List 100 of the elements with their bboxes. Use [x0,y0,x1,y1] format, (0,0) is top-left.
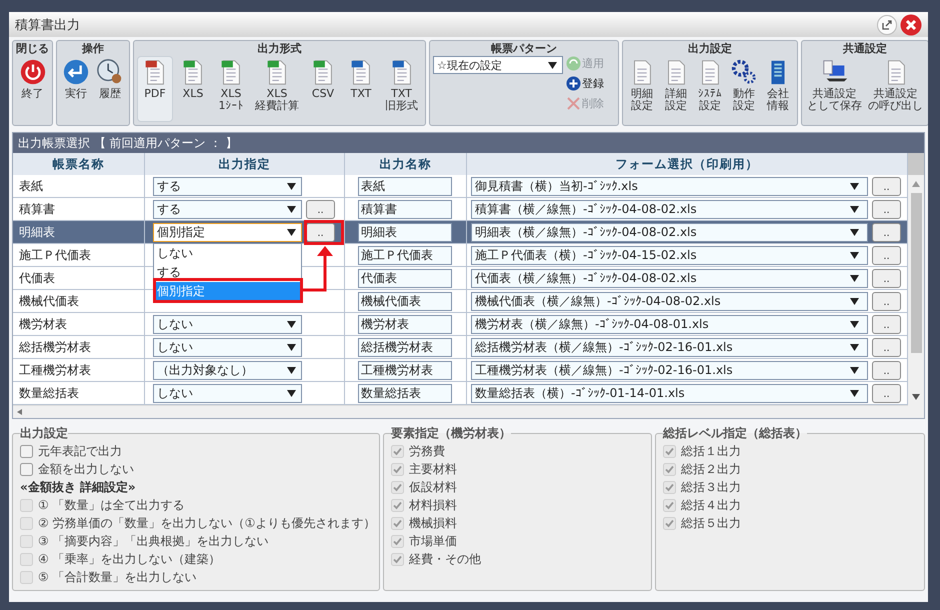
pattern-button[interactable]: 登録 [566,76,604,91]
checkbox-label: 仮設材料 [409,478,457,496]
caret-icon [850,320,859,328]
popout-icon[interactable] [877,14,897,34]
table-row[interactable]: 積算書 する .. 積算書 積算書（横／線無）-ｺﾞｼｯｸ-04-08-02.xls .. [13,198,908,221]
form-select[interactable]: 積算書（横／線無）-ｺﾞｼｯｸ-04-08-02.xls [471,200,868,218]
caret-icon [850,390,859,396]
output-select[interactable]: （出力対象なし） [153,360,302,380]
toolbar-button[interactable]: 詳細設定 [660,56,692,122]
output-select[interactable]: 個別指定 [153,222,302,242]
checkbox-label: 市場単価 [409,532,457,550]
table-row[interactable]: 総括機労材表 しない 総括機労材表 総括機労材表（横／線無）-ｺﾞｼｯｸ-02-16-01.xls .. [13,336,908,359]
checkbox-label: 主要材料 [409,460,457,478]
toolbar-button[interactable]: 動作設定 [728,56,760,122]
caret-icon [287,344,296,350]
form-select[interactable]: 総括機労材表（横／線無）-ｺﾞｼｯｸ-02-16-01.xls [471,338,868,356]
output-name-field[interactable]: 代価表 [358,268,452,288]
output-name-field[interactable]: 機械代価表 [358,292,452,310]
form-select[interactable]: 機械代価表（横／線無）-ｺﾞｼｯｸ-04-08-02.xls [471,292,868,310]
form-button[interactable]: .. [872,292,901,310]
caret-icon [850,228,859,236]
form-button[interactable]: .. [872,200,901,218]
form-button[interactable]: .. [872,268,901,288]
output-name-field[interactable]: 積算書 [358,200,452,218]
clock-icon [96,58,124,86]
form-button[interactable]: .. [872,360,901,380]
form-select[interactable]: 代価表（横／線無）-ｺﾞｼｯｸ-04-08-02.xls [471,268,868,288]
toolbar-button[interactable]: 明細設定 [626,56,658,122]
toolbar-button[interactable]: TXT [343,56,379,122]
output-name-field[interactable]: 総括機労材表 [358,338,452,356]
group-label: 出力設定 [688,41,732,56]
pattern-select[interactable]: ☆現在の設定 [433,56,563,74]
output-name-field[interactable]: 表紙 [358,176,452,196]
scroll-left-icon[interactable] [16,408,24,416]
form-button[interactable]: .. [872,246,901,264]
table-row[interactable]: 数量総括表 しない 数量総括表 数量総括表（横）-ｺﾞｼｯｸ-01-14-01.xls .. [13,382,908,405]
toolbar-button[interactable]: CSV [305,56,341,122]
toolbar-button[interactable]: 共通設定として保存 [805,56,864,122]
caret-icon [850,182,859,190]
output-name-field[interactable]: 機労材表 [358,314,452,334]
form-button[interactable]: .. [872,384,901,402]
vertical-scrollbar[interactable] [908,153,924,418]
horizontal-scrollbar[interactable] [13,405,908,418]
caret-icon [850,252,859,258]
table-row[interactable]: 工種機労材表 （出力対象なし） 工種機労材表 工種機労材表（横／線無）-ｺﾞｼｯｸ-02-16-01.xls .. [13,359,908,382]
form-select[interactable]: 明細表（横／線無）-ｺﾞｼｯｸ-04-08-02.xls [471,222,868,242]
checkbox[interactable] [20,462,33,476]
toolbar-button[interactable]: XLS [175,56,211,122]
checkbox-label: 総括２出力 [681,460,741,478]
scroll-down-icon[interactable] [912,394,920,400]
output-name-field[interactable]: 数量総括表 [358,384,452,402]
form-select[interactable]: 施工Ｐ代価表（横）-ｺﾞｼｯｸ-04-15-02.xls [471,246,868,264]
column-header: フォーム選択（印刷用） [467,153,908,176]
form-button[interactable]: .. [872,314,901,334]
output-name-field[interactable]: 施工Ｐ代価表 [358,246,452,264]
table-cell: 明細表 [19,224,55,240]
output-select[interactable]: しない [153,314,302,334]
form-select[interactable]: 御見積書（横）当初-ｺﾞｼｯｸ.xls [471,176,868,196]
toolbar-button[interactable]: PDF [137,56,173,122]
checkbox-label: 総括４出力 [681,496,741,514]
scroll-thumb[interactable] [910,193,922,353]
checkbox[interactable] [20,444,33,458]
toolbar-button[interactable]: 履歴 [94,56,126,122]
dropdown-option[interactable]: しない [154,244,301,263]
toolbar-button[interactable]: XLS 経費計算 [251,56,303,122]
toolbar-button[interactable]: TXT 旧形式 [381,56,422,122]
caret-icon [850,366,859,374]
checkbox-label: 総括１出力 [681,442,741,460]
caret-icon [548,62,557,68]
toolbar-button[interactable]: 会社情報 [762,56,794,122]
output-select[interactable]: する [153,176,302,196]
caret-icon [287,366,296,374]
toolbar-button[interactable]: ｼｽﾃﾑ設定 [694,56,726,122]
table-row[interactable]: 明細表 個別指定 .. 明細表 明細表（横／線無）-ｺﾞｼｯｸ-04-08-02.xls .. [13,221,908,244]
form-select[interactable]: 数量総括表（横）-ｺﾞｼｯｸ-01-14-01.xls [471,384,868,402]
output-select[interactable]: しない [153,338,302,356]
output-select[interactable]: する [153,200,302,218]
detail-button[interactable]: .. [306,200,335,218]
output-name-field[interactable]: 明細表 [358,222,452,242]
form-button[interactable]: .. [872,176,901,196]
toolbar-button[interactable]: 共通設定の呼び出し [866,56,925,122]
toolbar-button[interactable]: XLS 1ｼｰﾄ [213,56,249,122]
form-button[interactable]: .. [872,222,901,242]
table-cell: 施工Ｐ代価表 [19,246,91,264]
table-row[interactable]: 機労材表 しない 機労材表 機労材表（横／線無）-ｺﾞｼｯｸ-04-08-01.xls .. [13,313,908,336]
checkbox-label: 機械損料 [409,514,457,532]
output-name-field[interactable]: 工種機労材表 [358,360,452,380]
close-icon[interactable] [900,14,922,36]
toolbar-button[interactable]: 実行 [60,56,92,122]
table-row[interactable]: 表紙 する 表紙 御見積書（横）当初-ｺﾞｼｯｸ.xls .. [13,175,908,198]
section-title: 出力帳票選択 【 前回適用パターン ： 】 [13,133,924,153]
detail-button[interactable]: .. [306,222,335,242]
form-select[interactable]: 工種機労材表（横／線無）-ｺﾞｼｯｸ-02-16-01.xls [471,360,868,380]
form-button[interactable]: .. [872,338,901,356]
output-select[interactable]: しない [153,384,302,402]
panel-title: 総括レベル指定（総括表） [663,425,807,442]
toolbar-button[interactable]: 終了 [16,56,48,122]
group-label: 操作 [82,41,104,56]
scroll-up-icon[interactable] [912,181,920,187]
form-select[interactable]: 機労材表（横／線無）-ｺﾞｼｯｸ-04-08-01.xls [471,314,868,334]
